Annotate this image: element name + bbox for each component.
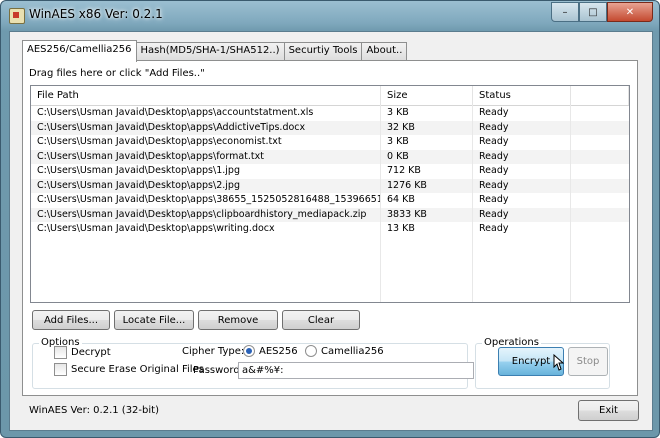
table-row[interactable]: C:\Users\Usman Javaid\Desktop\apps\writi… [31,222,629,237]
file-status-cell: Ready [473,149,571,164]
file-path-cell: C:\Users\Usman Javaid\Desktop\apps\38655… [31,193,381,208]
tab-strip: AES256/Camellia256 Hash(MD5/SHA-1/SHA512… [22,40,408,62]
table-row[interactable]: C:\Users\Usman Javaid\Desktop\apps\accou… [31,106,629,121]
file-status-cell: Ready [473,135,571,150]
table-row[interactable]: C:\Users\Usman Javaid\Desktop\apps\econo… [31,135,629,150]
cipher-camellia-radio[interactable]: Camellia256 [305,345,384,357]
column-divider [570,105,571,302]
decrypt-label: Decrypt [71,347,111,358]
column-header-size[interactable]: Size [381,86,473,105]
file-size-cell: 3833 KB [381,207,473,222]
password-label: Password: [193,365,244,376]
file-list[interactable]: File Path Size Status C:\Users\Usman Jav… [30,85,630,303]
window-title: WinAES x86 Ver: 0.2.1 [29,7,163,21]
file-path-cell: C:\Users\Usman Javaid\Desktop\apps\clipb… [31,207,381,222]
close-button[interactable]: ✕ [607,2,653,22]
table-row[interactable]: C:\Users\Usman Javaid\Desktop\apps\Addic… [31,120,629,135]
secure-erase-checkbox[interactable]: Secure Erase Original Files [54,363,204,376]
file-path-cell: C:\Users\Usman Javaid\Desktop\apps\2.jpg [31,178,381,193]
secure-erase-label: Secure Erase Original Files [71,364,204,375]
file-path-cell: C:\Users\Usman Javaid\Desktop\apps\forma… [31,149,381,164]
file-path-cell: C:\Users\Usman Javaid\Desktop\apps\1.jpg [31,164,381,179]
tab-hash[interactable]: Hash(MD5/SHA-1/SHA512..) [135,42,285,61]
checkbox-box [54,346,67,359]
cipher-aes-label: AES256 [259,345,298,357]
file-size-cell: 0 KB [381,149,473,164]
table-row[interactable]: C:\Users\Usman Javaid\Desktop\apps\1.jpg… [31,164,629,179]
column-header-file-path[interactable]: File Path [31,86,381,105]
file-status-cell: Ready [473,178,571,193]
cipher-aes-radio[interactable]: AES256 [243,345,298,357]
locate-file-button[interactable]: Locate File... [114,310,194,330]
checkbox-box [54,363,67,376]
clear-button[interactable]: Clear [282,310,360,330]
tab-about[interactable]: About.. [361,42,408,61]
decrypt-checkbox[interactable]: Decrypt [54,346,111,359]
minimize-icon: – [562,6,568,18]
column-header-status[interactable]: Status [473,86,571,105]
exit-button[interactable]: Exit [578,400,639,421]
close-icon: ✕ [625,6,635,18]
file-size-cell: 3 KB [381,135,473,150]
file-size-cell: 1276 KB [381,178,473,193]
file-status-cell: Ready [473,106,571,121]
file-path-cell: C:\Users\Usman Javaid\Desktop\apps\accou… [31,106,381,121]
file-size-cell: 13 KB [381,222,473,237]
cipher-camellia-label: Camellia256 [321,345,384,357]
file-status-cell: Ready [473,164,571,179]
file-status-cell: Ready [473,120,571,135]
drag-hint: Drag files here or click "Add Files.." [29,68,205,79]
table-row[interactable]: C:\Users\Usman Javaid\Desktop\apps\clipb… [31,207,629,222]
table-row[interactable]: C:\Users\Usman Javaid\Desktop\apps\forma… [31,149,629,164]
radio-dot [243,345,255,357]
title-bar[interactable]: WinAES x86 Ver: 0.2.1 – □ ✕ [1,1,659,29]
file-path-cell: C:\Users\Usman Javaid\Desktop\apps\Addic… [31,120,381,135]
maximize-icon: □ [588,6,598,18]
radio-dot [305,345,317,357]
file-size-cell: 3 KB [381,106,473,121]
file-size-cell: 712 KB [381,164,473,179]
version-footer: WinAES Ver: 0.2.1 (32-bit) [29,405,159,416]
cursor-icon [553,354,564,371]
column-header-blank [571,86,629,105]
file-path-cell: C:\Users\Usman Javaid\Desktop\apps\writi… [31,222,381,237]
file-status-cell: Ready [473,193,571,208]
minimize-button[interactable]: – [551,2,579,22]
remove-button[interactable]: Remove [198,310,278,330]
caption-buttons: – □ ✕ [551,2,653,22]
stop-button[interactable]: Stop [568,347,608,376]
password-field[interactable]: a&#%¥: [238,362,474,379]
file-size-cell: 64 KB [381,193,473,208]
table-row[interactable]: C:\Users\Usman Javaid\Desktop\apps\2.jpg… [31,178,629,193]
file-size-cell: 32 KB [381,120,473,135]
file-path-cell: C:\Users\Usman Javaid\Desktop\apps\econo… [31,135,381,150]
maximize-button[interactable]: □ [579,2,607,22]
client-area: AES256/Camellia256 Hash(MD5/SHA-1/SHA512… [9,31,653,431]
tab-security-tools[interactable]: Securtiy Tools [283,42,363,61]
tab-aes-camellia[interactable]: AES256/Camellia256 [22,40,137,62]
add-files-button[interactable]: Add Files... [32,310,110,330]
column-divider [472,105,473,302]
list-header: File Path Size Status [31,86,629,106]
file-status-cell: Ready [473,207,571,222]
app-icon [9,8,25,24]
column-divider [380,105,381,302]
app-window: WinAES x86 Ver: 0.2.1 – □ ✕ AES256/Camel… [0,0,660,438]
cipher-type-label: Cipher Type: [182,346,245,357]
file-status-cell: Ready [473,222,571,237]
table-row[interactable]: C:\Users\Usman Javaid\Desktop\apps\38655… [31,193,629,208]
